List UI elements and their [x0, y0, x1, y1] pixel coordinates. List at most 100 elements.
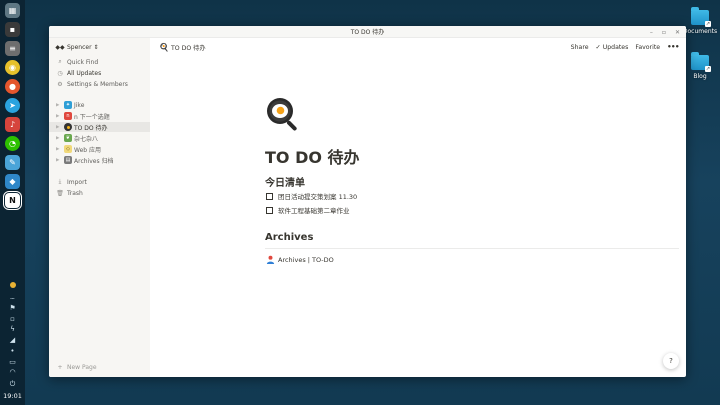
frying-pan-icon: 🍳 [159, 42, 169, 52]
workspace-switcher[interactable]: ◆◆ Spencer ⇕ [49, 42, 150, 52]
divider [265, 248, 679, 249]
sidebar-item-trash[interactable]: 🗑 Trash [49, 188, 150, 198]
caret-right-icon[interactable]: ▶ [56, 158, 62, 163]
folder-icon: ↗ [691, 52, 711, 72]
bell-icon[interactable]: ⚑ [0, 304, 25, 312]
person-icon [266, 255, 275, 264]
caret-right-icon[interactable]: ▶ [56, 114, 62, 119]
close-button[interactable]: ✕ [675, 29, 680, 36]
typora-app-icon[interactable]: ✎ [5, 155, 20, 170]
todo-checkbox[interactable] [266, 206, 273, 214]
desktop-folder-documents[interactable]: ↗ Documents [682, 7, 718, 35]
desktop-folder-blog[interactable]: ↗ Blog [683, 52, 717, 80]
workspace-icon: ◆◆ [55, 43, 65, 51]
share-button[interactable]: Share [571, 44, 589, 51]
telegram-app-icon[interactable]: ➤ [5, 98, 20, 113]
sidebar-item-label: 杂七杂八 [74, 135, 99, 143]
calculator-app-icon[interactable]: ≡ [5, 41, 20, 56]
clipboard-icon[interactable]: ▫ [0, 315, 25, 323]
trash-icon: 🗑 [56, 189, 64, 197]
desktop-icon-label: Documents [682, 28, 718, 35]
more-options-button[interactable]: ••• [667, 43, 679, 51]
search-icon: ⌕ [58, 58, 62, 65]
notion-window: TO DO 待办 – ▫ ✕ ◆◆ Spencer ⇕ ⌕ Quick Find… [49, 26, 686, 377]
gear-icon: ⚙ [57, 80, 63, 88]
tag-icon: ◇ [64, 145, 72, 153]
workspace-name: Spencer ⇕ [67, 43, 99, 51]
window-title: TO DO 待办 [350, 29, 385, 36]
vscode-app-icon[interactable]: ◆ [5, 174, 20, 189]
import-icon: ⤓ [58, 178, 62, 185]
todo-item[interactable]: 团日活动提交策划案 11.30 [266, 191, 357, 201]
sidebar-item-quick-find[interactable]: ⌕ Quick Find [49, 57, 150, 67]
sidebar-page-jike[interactable]: ▶ ✦ Jike [49, 100, 150, 110]
plant-icon: ❦ [64, 134, 72, 142]
todo-item[interactable]: 软件工程基础第二章作业 [266, 205, 350, 215]
todo-checkbox[interactable] [266, 192, 273, 200]
sidebar-page-next-topic[interactable]: ▶ n n 下一个选题 [49, 111, 150, 121]
new-page-button[interactable]: + New Page [49, 362, 150, 372]
archives-link-text: Archives | TO-DO [278, 255, 334, 264]
terminal-app-icon[interactable]: ▪ [5, 22, 20, 37]
sidebar-item-label: Archives 归档 [74, 157, 114, 165]
caret-right-icon[interactable]: ▶ [56, 125, 62, 130]
section-heading-today[interactable]: 今日清单 [265, 174, 305, 189]
sidebar: ◆◆ Spencer ⇕ ⌕ Quick Find ◷ All Updates … [49, 38, 150, 377]
sidebar-page-web-apps[interactable]: ▶ ◇ Web 应用 [49, 144, 150, 154]
caret-right-icon[interactable]: ▶ [56, 136, 62, 141]
power-icon[interactable]: ⏻ [0, 380, 25, 389]
maximize-button[interactable]: ▫ [662, 29, 666, 36]
clock[interactable]: 19:01 [0, 392, 25, 400]
new-page-label: New Page [67, 363, 97, 371]
sidebar-item-all-updates[interactable]: ◷ All Updates [49, 68, 150, 78]
breadcrumb[interactable]: 🍳 TO DO 待办 [159, 43, 206, 52]
sidebar-page-todo[interactable]: ▶ TO DO 待办 [49, 122, 150, 132]
bolt-icon[interactable]: ϟ [0, 325, 25, 333]
caret-right-icon[interactable]: ▶ [56, 103, 62, 108]
sidebar-item-label: TO DO 待办 [74, 124, 108, 132]
sidebar-page-archives[interactable]: ▶ ▤ Archives 归档 [49, 155, 150, 165]
dock: ▦ ▪ ≡ ◉ ● ➤ ♪ ◔ ✎ ◆ N [0, 0, 25, 405]
todo-text[interactable]: 软件工程基础第二章作业 [278, 205, 350, 215]
help-button[interactable]: ? [663, 353, 679, 369]
battery-icon[interactable]: ▭ [0, 358, 25, 366]
page-title[interactable]: TO DO 待办 [265, 144, 360, 168]
firefox-app-icon[interactable]: ● [5, 79, 20, 94]
updates-button[interactable]: ✓ Updates [596, 44, 629, 51]
sun-icon[interactable] [0, 282, 25, 288]
caret-right-icon[interactable]: ▶ [56, 147, 62, 152]
check-icon: ✓ [595, 43, 601, 51]
page-topbar: 🍳 TO DO 待办 Share ✓ Updates Favorite ••• [150, 38, 686, 56]
todo-text[interactable]: 团日活动提交策划案 11.30 [278, 191, 357, 201]
breadcrumb-label: TO DO 待办 [170, 44, 206, 52]
archives-page-link[interactable]: Archives | TO-DO [266, 255, 334, 264]
files-app-icon[interactable]: ▦ [5, 3, 20, 18]
chrome-app-icon[interactable]: ◉ [5, 60, 20, 75]
frying-pan-icon [64, 123, 72, 131]
clock-icon: ◷ [57, 69, 63, 77]
sidebar-item-label: Web 应用 [74, 146, 101, 154]
window-titlebar[interactable]: TO DO 待办 – ▫ ✕ [49, 26, 686, 38]
notion-app-icon[interactable]: N [3, 191, 22, 210]
wechat-app-icon[interactable]: ◔ [5, 136, 20, 151]
network-icon[interactable]: ◢ [0, 336, 25, 344]
wifi-icon[interactable]: ◠ [0, 368, 25, 376]
sidebar-item-import[interactable]: ⤓ Import [49, 177, 150, 187]
section-heading-archives[interactable]: Archives [265, 232, 313, 243]
netease-app-icon[interactable]: ♪ [5, 117, 20, 132]
bird-icon: ✦ [64, 101, 72, 109]
sidebar-item-settings[interactable]: ⚙ Settings & Members [49, 79, 150, 89]
dot-icon: • [10, 347, 15, 355]
frying-pan-icon[interactable] [265, 96, 301, 132]
sidebar-item-label: Settings & Members [67, 80, 128, 88]
desktop-icon-label: Blog [693, 73, 707, 80]
sidebar-item-label: Import [67, 178, 87, 186]
updates-label: Updates [602, 43, 629, 51]
favorite-button[interactable]: Favorite [635, 44, 660, 51]
separator-icon: ┄ [10, 295, 15, 303]
sidebar-item-label: Jike [74, 101, 85, 109]
sidebar-item-label: Quick Find [67, 58, 99, 66]
sidebar-page-misc[interactable]: ▶ ❦ 杂七杂八 [49, 133, 150, 143]
minimize-button[interactable]: – [650, 29, 653, 36]
folder-icon: ↗ [691, 7, 711, 27]
